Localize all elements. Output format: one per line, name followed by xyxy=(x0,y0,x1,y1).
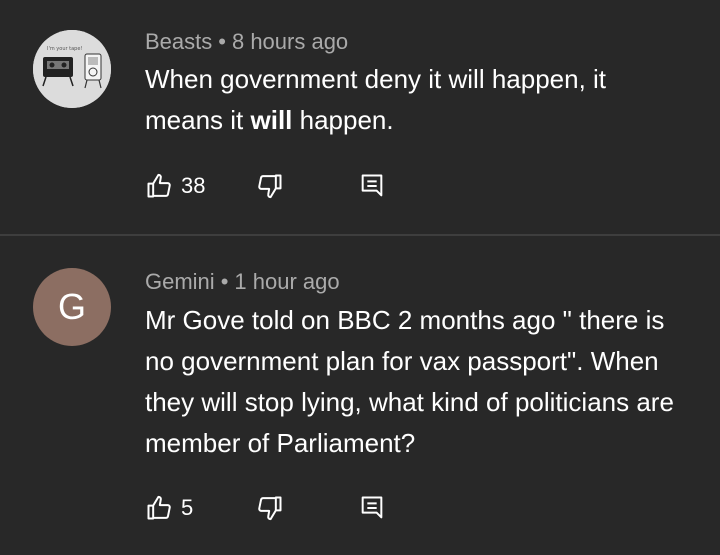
dislike-button[interactable] xyxy=(256,170,284,202)
avatar[interactable]: G xyxy=(33,268,111,346)
comment-text: Mr Gove told on BBC 2 months ago " there… xyxy=(145,305,674,458)
comment-meta: Gemini • 1 hour ago xyxy=(145,269,340,295)
comment-author[interactable]: Beasts xyxy=(145,29,212,54)
comment-text: When government deny it will happen, it … xyxy=(145,59,690,141)
like-button[interactable]: 38 xyxy=(145,170,205,202)
thumbs-up-icon xyxy=(147,173,171,198)
cassette-ipod-avatar-image: I'm your tape! xyxy=(33,30,111,108)
thumbs-down-icon xyxy=(258,174,282,199)
comment-time[interactable]: 1 hour ago xyxy=(234,269,339,294)
reply-button[interactable] xyxy=(359,170,385,202)
thumbs-down-icon xyxy=(258,496,282,521)
like-count: 5 xyxy=(181,495,194,520)
reply-button[interactable] xyxy=(359,492,385,524)
comment-text-part: happen. xyxy=(292,105,394,135)
dislike-button[interactable] xyxy=(256,492,284,524)
reply-comment-icon xyxy=(361,174,383,197)
comment-item: G Gemini • 1 hour ago Mr Gove told on BBC … xyxy=(0,236,720,555)
comment-item: I'm your tape! Beasts • 8 hours ago When g… xyxy=(0,0,720,234)
comment-meta: Beasts • 8 hours ago xyxy=(145,29,348,55)
meta-separator: • xyxy=(218,29,226,54)
reply-comment-icon xyxy=(361,496,383,519)
comment-text-bold: will xyxy=(250,105,293,135)
like-button[interactable]: 5 xyxy=(145,492,193,524)
svg-text:I'm your tape!: I'm your tape! xyxy=(47,46,82,52)
comment-author[interactable]: Gemini xyxy=(145,269,215,294)
avatar[interactable]: I'm your tape! xyxy=(33,30,111,108)
avatar-letter: G xyxy=(57,286,86,327)
like-count: 38 xyxy=(181,173,206,198)
comment-time[interactable]: 8 hours ago xyxy=(232,29,348,54)
thumbs-up-icon xyxy=(147,495,171,520)
meta-separator: • xyxy=(220,269,229,294)
